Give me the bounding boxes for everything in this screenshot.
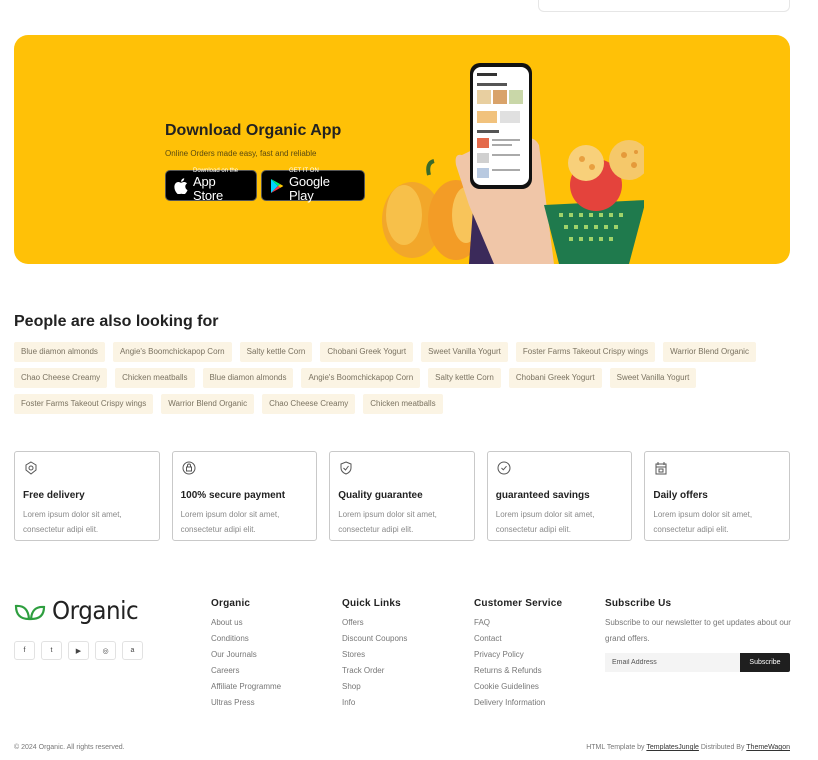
credits-prefix: HTML Template by (586, 744, 645, 751)
tag-item[interactable]: Salty kettle Corn (239, 342, 313, 362)
footer-link[interactable]: Cookie Guidelines (474, 679, 562, 695)
footer-link[interactable]: Conditions (211, 631, 281, 647)
feature-title: Free delivery (23, 490, 85, 501)
feature-card: guaranteed savings Lorem ipsum dolor sit… (486, 451, 633, 541)
footer-column-customer-service: Customer Service FAQ Contact Privacy Pol… (474, 598, 562, 711)
templatesjungle-link[interactable]: TemplatesJungle (646, 744, 699, 751)
footer-link[interactable]: Delivery Information (474, 695, 562, 711)
tag-item[interactable]: Chobani Greek Yogurt (508, 368, 602, 388)
footer-link[interactable]: Ultras Press (211, 695, 281, 711)
footer-link[interactable]: Our Journals (211, 647, 281, 663)
app-store-button[interactable]: Download on the App Store (165, 168, 257, 203)
tag-item[interactable]: Chicken meatballs (363, 394, 443, 414)
feature-text: Lorem ipsum dolor sit amet, consectetur … (338, 510, 437, 534)
tag-item[interactable]: Blue diamon almonds (202, 368, 294, 388)
subscribe-title: Subscribe Us (605, 598, 672, 609)
tag-item[interactable]: Sweet Vanilla Yogurt (609, 368, 697, 388)
tag-item[interactable]: Warrior Blend Organic (161, 394, 255, 414)
footer-link[interactable]: Affiliate Programme (211, 679, 281, 695)
tag-item[interactable]: Salty kettle Corn (428, 368, 501, 388)
footer-link[interactable]: Stores (342, 647, 407, 663)
app-download-banner: Download Organic App Online Orders made … (14, 35, 790, 264)
social-links: f t ▶ ◎ a (14, 641, 143, 660)
footer-link[interactable]: FAQ (474, 615, 562, 631)
feature-title: Daily offers (653, 490, 708, 501)
feature-card: Daily offers Lorem ipsum dolor sit amet,… (644, 451, 790, 541)
tag-item[interactable]: Warrior Blend Organic (663, 342, 756, 362)
tag-item[interactable]: Chicken meatballs (115, 368, 195, 388)
footer-link[interactable]: Shop (342, 679, 407, 695)
quality-shield-icon (340, 461, 352, 475)
google-play-label: Google Play (289, 174, 330, 203)
tag-item[interactable]: Blue diamon almonds (14, 342, 105, 362)
phone-groceries-illustration (382, 63, 644, 264)
tag-item[interactable]: Chao Cheese Creamy (14, 368, 108, 388)
tag-item[interactable]: Foster Farms Takeout Crispy wings (515, 342, 656, 362)
subscribe-form: Subscribe (605, 653, 790, 672)
delivery-icon (25, 461, 37, 475)
banner-title: Download Organic App (165, 122, 342, 139)
feature-title: guaranteed savings (495, 490, 590, 501)
feature-card: Quality guarantee Lorem ipsum dolor sit … (329, 451, 475, 541)
tag-item[interactable]: Angie's Boomchickapop Corn (301, 368, 421, 388)
feature-text: Lorem ipsum dolor sit amet, consectetur … (495, 510, 595, 534)
tag-item[interactable]: Chobani Greek Yogurt (320, 342, 414, 362)
copyright: © 2024 Organic. All rights reserved. (14, 744, 125, 751)
footer-link[interactable]: Discount Coupons (342, 631, 407, 647)
footer-link[interactable]: Track Order (342, 663, 407, 679)
instagram-icon[interactable]: ◎ (95, 641, 116, 660)
credits-mid: Distributed By (700, 744, 745, 751)
secure-payment-icon (182, 461, 196, 475)
footer-column-title: Customer Service (474, 598, 563, 609)
footer-column-title: Quick Links (342, 598, 401, 609)
footer-link[interactable]: Offers (342, 615, 407, 631)
footer-column-quick-links: Quick Links Offers Discount Coupons Stor… (342, 598, 407, 711)
footer-column-subscribe: Subscribe Us Subscribe to our newsletter… (605, 598, 795, 647)
feature-card: 100% secure payment Lorem ipsum dolor si… (171, 451, 318, 541)
feature-title: 100% secure payment (180, 490, 286, 501)
feature-title: Quality guarantee (338, 490, 423, 501)
feature-text: Lorem ipsum dolor sit amet, consectetur … (23, 510, 122, 534)
also-looking-title: People are also looking for (14, 313, 219, 330)
banner-subtitle: Online Orders made easy, fast and reliab… (165, 149, 317, 158)
footer-link[interactable]: About us (211, 615, 281, 631)
logo-text: Organic (52, 596, 139, 625)
savings-icon (497, 461, 511, 475)
offers-icon (655, 462, 667, 475)
feature-text: Lorem ipsum dolor sit amet, consectetur … (180, 510, 280, 534)
footer-column-organic: Organic About us Conditions Our Journals… (211, 598, 281, 711)
leaf-logo-icon (14, 604, 46, 620)
tag-item[interactable]: Chao Cheese Creamy (262, 394, 356, 414)
tag-item[interactable]: Sweet Vanilla Yogurt (421, 342, 508, 362)
subscribe-button[interactable]: Subscribe (740, 653, 790, 672)
feature-text: Lorem ipsum dolor sit amet, consectetur … (653, 510, 753, 534)
footer-column-title: Organic (211, 598, 251, 609)
amazon-icon[interactable]: a (122, 641, 143, 660)
credits: HTML Template by TemplatesJungle Distrib… (586, 744, 790, 751)
google-play-button[interactable]: GET IT ON Google Play (261, 168, 365, 203)
tag-list: Blue diamon almonds Angie's Boomchickapo… (14, 342, 794, 414)
facebook-icon[interactable]: f (14, 641, 35, 660)
apple-icon (174, 177, 188, 194)
twitter-icon[interactable]: t (41, 641, 62, 660)
app-store-label: App Store (193, 174, 224, 203)
google-play-icon (271, 178, 284, 193)
tag-item[interactable]: Foster Farms Takeout Crispy wings (14, 394, 154, 414)
footer-logo[interactable]: Organic (14, 596, 146, 625)
footer-link[interactable]: Contact (474, 631, 562, 647)
feature-card: Free delivery Lorem ipsum dolor sit amet… (14, 451, 160, 541)
subscribe-text: Subscribe to our newsletter to get updat… (605, 618, 791, 643)
footer-link[interactable]: Careers (211, 663, 281, 679)
tag-item[interactable]: Angie's Boomchickapop Corn (112, 342, 232, 362)
youtube-icon[interactable]: ▶ (68, 641, 89, 660)
email-field[interactable] (605, 653, 740, 672)
footer-link[interactable]: Returns & Refunds (474, 663, 562, 679)
footer-link[interactable]: Privacy Policy (474, 647, 562, 663)
footer-link[interactable]: Info (342, 695, 407, 711)
features-row: Free delivery Lorem ipsum dolor sit amet… (14, 451, 790, 541)
themewagon-link[interactable]: ThemeWagon (746, 744, 790, 751)
top-card-edge (538, 0, 790, 12)
